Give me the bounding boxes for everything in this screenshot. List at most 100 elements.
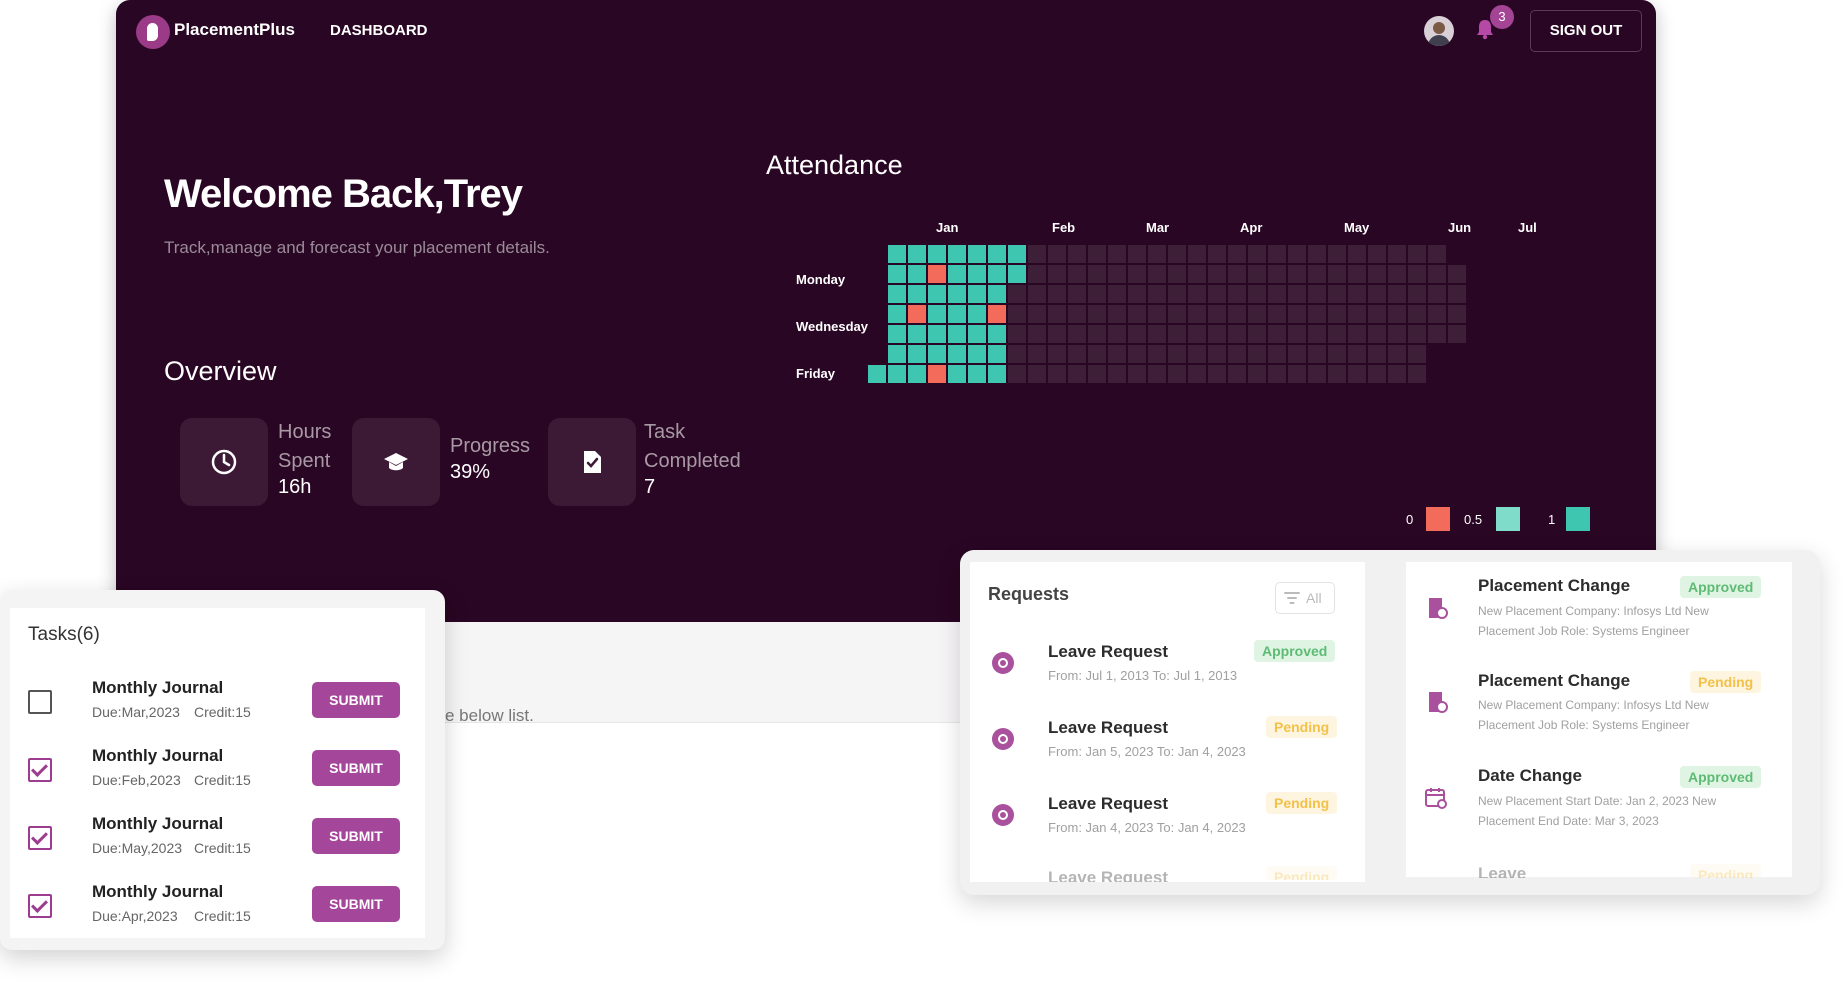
attendance-cell [1268,265,1286,283]
attendance-cell [1308,265,1326,283]
request-title[interactable]: Leave Request [1048,642,1168,662]
attendance-cell [1008,265,1026,283]
attendance-cell [1088,365,1106,383]
attendance-cell [928,345,946,363]
task-title: Monthly Journal [92,746,224,765]
task-checkbox[interactable] [28,690,52,714]
attendance-cell [1048,285,1066,303]
month-label: Apr [1240,220,1263,235]
attendance-cell [888,265,906,283]
request-title[interactable]: Leave [1478,864,1526,878]
nav-dashboard-link[interactable]: DASHBOARD [330,22,428,39]
attendance-cell [1228,325,1246,343]
attendance-cell [908,345,926,363]
legend-label: 0 [1406,512,1414,527]
submit-button[interactable]: SUBMIT [312,886,400,922]
request-meta: From: Jul 1, 2013 To: Jul 1, 2013 [1048,668,1238,683]
submit-button[interactable]: SUBMIT [312,682,400,718]
task-checkbox[interactable] [28,826,52,850]
request-title[interactable]: Placement Change [1478,576,1630,596]
attendance-cell [1288,325,1306,343]
task-due: Due:Feb,2023 [92,772,181,788]
attendance-cell [1428,305,1446,323]
request-title[interactable]: Leave Request [1048,718,1168,738]
attendance-cell [1428,265,1446,283]
progress-stat: Progress 39% [450,432,530,484]
stat-value: 16h [278,476,312,498]
attendance-cell [908,285,926,303]
request-title[interactable]: Placement Change [1478,671,1630,691]
hours-spent-card [180,418,268,506]
attendance-cell [1048,325,1066,343]
leave-request-icon [992,652,1014,674]
attendance-cell [1308,285,1326,303]
attendance-cell [1308,325,1326,343]
attendance-cell [1308,345,1326,363]
notification-badge: 3 [1490,5,1514,29]
month-label: Jun [1448,220,1472,235]
attendance-cell [1028,325,1046,343]
attendance-cell [1368,365,1386,383]
attendance-cell [1068,285,1086,303]
task-checkbox[interactable] [28,758,52,782]
attendance-cell [1128,325,1146,343]
attendance-cell [888,325,906,343]
hours-spent-stat: Hours Spent 16h [278,418,331,499]
attendance-cell [1388,365,1406,383]
calendar-icon [1425,788,1447,809]
request-title[interactable]: Leave Request [1048,868,1168,882]
attendance-cell [1348,305,1366,323]
attendance-cell [988,285,1006,303]
attendance-cell [1068,365,1086,383]
attendance-cell [1408,345,1426,363]
attendance-cell [1208,365,1226,383]
attendance-cell [1348,345,1366,363]
attendance-cell [1228,265,1246,283]
request-meta: From: Jan 4, 2023 To: Jan 4, 2023 [1048,820,1246,835]
status-badge: Pending [1266,792,1338,814]
attendance-cell [1108,345,1126,363]
attendance-cell [1328,325,1346,343]
attendance-cell [1008,325,1026,343]
submit-button[interactable]: SUBMIT [312,818,400,854]
attendance-cell [1388,245,1406,263]
submit-button[interactable]: SUBMIT [312,750,400,786]
avatar[interactable] [1424,16,1454,46]
attendance-cell [1128,345,1146,363]
attendance-cell [1388,325,1406,343]
task-checkbox[interactable] [28,894,52,918]
attendance-cell [1028,285,1046,303]
attendance-cell [1088,265,1106,283]
task-due: Due:May,2023 [92,840,183,856]
filter-button[interactable]: All [1275,582,1335,614]
attendance-cell [948,305,966,323]
attendance-cell [948,345,966,363]
attendance-cell [888,305,906,323]
attendance-cell [1388,285,1406,303]
attendance-cell [1448,325,1466,343]
attendance-cell [1428,285,1446,303]
attendance-cell [1208,265,1226,283]
request-meta: New Placement Start Date: Jan 2, 2023 Ne… [1478,794,1717,808]
attendance-cell [1128,305,1146,323]
request-title[interactable]: Date Change [1478,766,1582,786]
placement-change-icon [1429,598,1448,619]
attendance-cell [1408,285,1426,303]
attendance-cell [968,305,986,323]
attendance-cell [1168,285,1186,303]
band-text: e below list. [445,706,534,725]
sign-out-button[interactable]: SIGN OUT [1530,10,1642,52]
attendance-heatmap [868,245,1466,383]
task-due: Due:Apr,2023 [92,908,178,924]
attendance-cell [1348,325,1366,343]
attendance-cell [1168,305,1186,323]
attendance-cell [868,365,886,383]
request-title[interactable]: Leave Request [1048,794,1168,814]
attendance-cell [1248,345,1266,363]
attendance-cell [1308,365,1326,383]
attendance-cell [968,285,986,303]
attendance-cell [1448,305,1466,323]
attendance-cell [1328,245,1346,263]
attendance-cell [1268,365,1286,383]
attendance-cell [1108,265,1126,283]
